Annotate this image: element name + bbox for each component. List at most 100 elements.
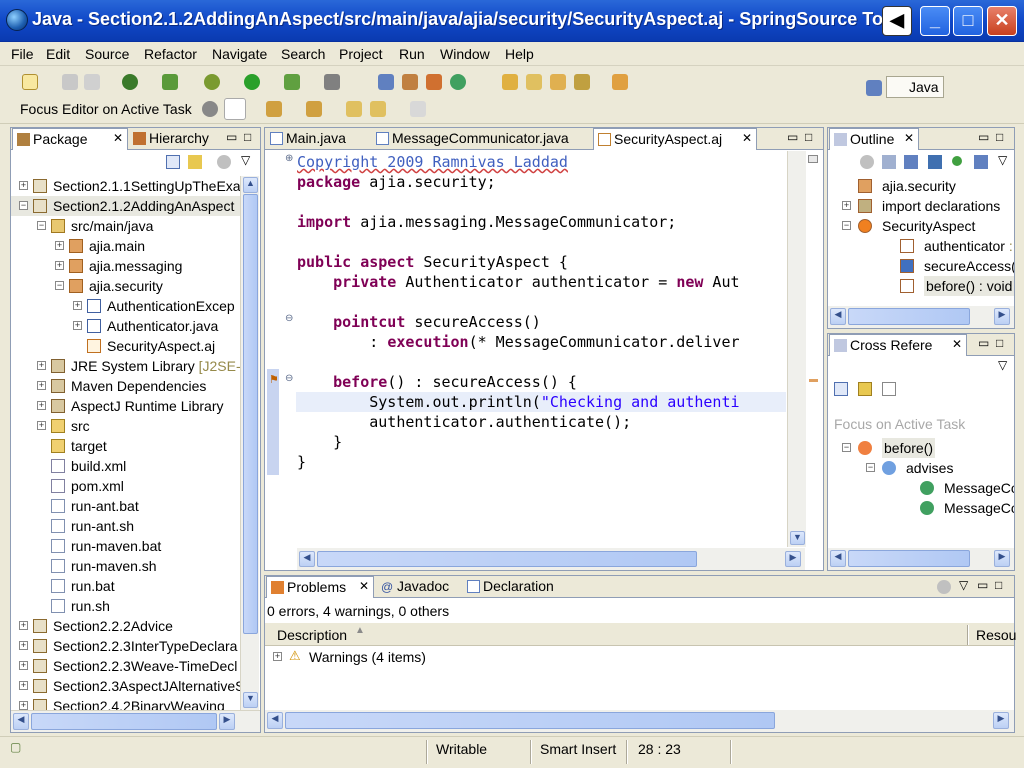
maximize-view-icon[interactable]: □ xyxy=(995,578,1002,592)
maximize-view-icon[interactable]: □ xyxy=(996,336,1003,350)
collapse-all-icon[interactable] xyxy=(834,382,848,396)
aspectj-icon[interactable] xyxy=(122,74,138,90)
collapse-icon[interactable]: − xyxy=(842,221,851,230)
focus-editor-label[interactable]: Focus Editor on Active Task xyxy=(20,101,192,117)
tree-item[interactable]: + Section2.3AspectJAlternativeS xyxy=(11,676,241,696)
code-editor[interactable]: Copyright 2009 Ramnivas Laddad package aj… xyxy=(297,152,787,548)
expand-icon[interactable]: + xyxy=(37,401,46,410)
expand-icon[interactable]: + xyxy=(19,681,28,690)
collapse-icon[interactable]: − xyxy=(866,463,875,472)
package-vscroll[interactable]: ▲ ▼ xyxy=(240,176,259,710)
scroll-down-button[interactable]: ▼ xyxy=(790,531,805,545)
new-class-icon[interactable] xyxy=(426,74,442,90)
tree-item[interactable]: target xyxy=(11,436,241,456)
view-menu-icon[interactable]: ▽ xyxy=(241,153,250,167)
scroll-left-button[interactable]: ◀ xyxy=(830,308,846,325)
view-menu-icon[interactable]: ▽ xyxy=(959,578,968,592)
hide-nonpublic-icon[interactable] xyxy=(952,156,962,166)
close-tab-icon[interactable]: ✕ xyxy=(742,131,752,145)
open-resource-icon[interactable] xyxy=(550,74,566,90)
collapse-icon[interactable]: − xyxy=(37,221,46,230)
close-tab-icon[interactable]: ✕ xyxy=(952,337,962,351)
hide-local-types-icon[interactable] xyxy=(974,155,988,169)
focus-icon[interactable] xyxy=(937,580,951,594)
scroll-down-button[interactable]: ▼ xyxy=(243,692,258,708)
hscroll-thumb[interactable] xyxy=(31,713,217,730)
tree-item[interactable]: − src/main/java xyxy=(11,216,241,236)
tree-item[interactable]: run.bat xyxy=(11,576,241,596)
scroll-left-button[interactable]: ◀ xyxy=(299,551,315,567)
link-editor-icon[interactable] xyxy=(858,382,872,396)
hscroll-thumb[interactable] xyxy=(317,551,697,567)
minimize-view-icon[interactable]: ▭ xyxy=(226,130,237,144)
open-perspective-icon[interactable] xyxy=(612,74,628,90)
expand-icon[interactable]: + xyxy=(19,641,28,650)
expand-icon[interactable]: + xyxy=(19,621,28,630)
hscroll-thumb[interactable] xyxy=(848,308,970,325)
crossref-hscroll[interactable]: ◀ ▶ xyxy=(828,548,1014,570)
open-perspective-button-icon[interactable] xyxy=(866,80,882,96)
package-hscroll[interactable]: ◀ ▶ xyxy=(11,710,260,732)
hide-static-icon[interactable] xyxy=(928,155,942,169)
debug-launch-icon[interactable] xyxy=(162,74,178,90)
new-wizard-icon[interactable] xyxy=(450,74,466,90)
outline-item[interactable]: before() : void xyxy=(828,276,1014,296)
tree-item[interactable]: + Section2.2.3Weave-TimeDecl xyxy=(11,656,241,676)
expand-icon[interactable]: + xyxy=(55,241,64,250)
close-button[interactable]: ✕ xyxy=(987,6,1017,36)
back-icon[interactable] xyxy=(370,101,386,117)
scroll-right-button[interactable]: ▶ xyxy=(994,308,1010,325)
next-annotation-icon[interactable] xyxy=(266,101,282,117)
tree-item[interactable]: − Section2.1.2AddingAnAspect xyxy=(11,196,241,216)
maximize-view-icon[interactable]: □ xyxy=(244,130,251,144)
expand-icon[interactable]: + xyxy=(842,201,851,210)
tree-item[interactable]: − ajia.security xyxy=(11,276,241,296)
crossref-item[interactable]: − advises xyxy=(828,458,1014,478)
open-type-icon[interactable] xyxy=(502,74,518,90)
outline-item[interactable]: authenticator : A xyxy=(828,236,1014,256)
tree-item[interactable]: + Maven Dependencies xyxy=(11,376,241,396)
tree-item[interactable]: + AspectJ Runtime Library xyxy=(11,396,241,416)
collapse-icon[interactable]: − xyxy=(55,281,64,290)
expand-icon[interactable]: + xyxy=(19,701,28,710)
tree-item[interactable]: + Section2.1.1SettingUpTheExa xyxy=(11,176,241,196)
link-editor-icon[interactable] xyxy=(188,155,202,169)
outline-item[interactable]: ajia.security xyxy=(828,176,1014,196)
crossref-item[interactable]: MessageCom xyxy=(828,478,1014,498)
close-tab-icon[interactable]: ✕ xyxy=(359,579,369,593)
maximize-button[interactable]: □ xyxy=(953,6,983,36)
tree-item[interactable]: run-maven.bat xyxy=(11,536,241,556)
open-task-icon[interactable] xyxy=(526,74,542,90)
tree-item[interactable]: + JRE System Library [J2SE- xyxy=(11,356,241,376)
editor-vscroll[interactable]: ▼ xyxy=(787,151,806,547)
expand-icon[interactable]: + xyxy=(19,661,28,670)
tab-main-java[interactable]: Main.java xyxy=(266,128,370,150)
pin-icon[interactable] xyxy=(202,101,218,117)
fold-icon[interactable]: ⊖ xyxy=(285,313,293,324)
expand-icon[interactable]: + xyxy=(73,321,82,330)
tree-item[interactable]: + AuthenticationExcep xyxy=(11,296,241,316)
problems-hscroll[interactable]: ◀ ▶ xyxy=(265,710,1014,732)
scroll-left-button[interactable]: ◀ xyxy=(13,713,29,730)
new-icon[interactable] xyxy=(22,74,38,90)
expand-icon[interactable]: + xyxy=(273,652,282,661)
minimize-view-icon[interactable]: ▭ xyxy=(977,578,988,592)
new-java-project-icon[interactable] xyxy=(378,74,394,90)
scroll-right-button[interactable]: ▶ xyxy=(785,551,801,567)
menu-project[interactable]: Project xyxy=(339,46,383,62)
view-menu-icon[interactable]: ▽ xyxy=(998,358,1007,372)
minimize-editor-icon[interactable]: ▭ xyxy=(787,130,798,144)
tree-item[interactable]: + Authenticator.java xyxy=(11,316,241,336)
tree-item[interactable]: build.xml xyxy=(11,456,241,476)
scroll-left-button[interactable]: ◀ xyxy=(267,712,283,729)
tab-security-aspect[interactable]: SecurityAspect.aj ✕ xyxy=(593,128,757,150)
tab-message-communicator[interactable]: MessageCommunicator.java xyxy=(372,128,590,150)
scroll-left-button[interactable]: ◀ xyxy=(830,550,846,567)
focus-icon[interactable] xyxy=(860,155,874,169)
table-row[interactable]: + ⚠ Warnings (4 items) xyxy=(265,647,1014,667)
run-external-icon[interactable] xyxy=(284,74,300,90)
fast-view-icon[interactable]: ▢ xyxy=(10,740,28,758)
last-edit-icon[interactable] xyxy=(346,101,362,117)
focus-icon[interactable] xyxy=(217,155,231,169)
search-icon[interactable] xyxy=(574,74,590,90)
